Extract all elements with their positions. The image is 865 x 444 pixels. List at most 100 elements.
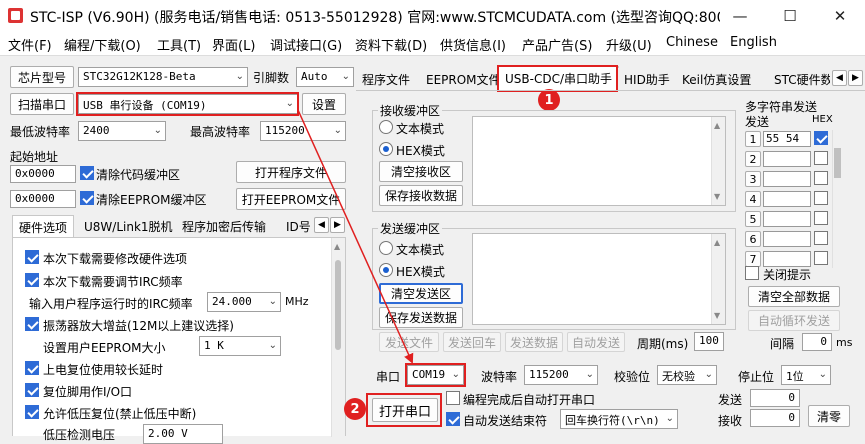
multi-send-row-1-input[interactable]: 55 54 [763, 131, 811, 147]
tab-id-number[interactable]: ID号 [280, 215, 312, 237]
menu-upgrade[interactable]: 升级(U) [606, 35, 652, 54]
scrollbar-thumb[interactable] [335, 260, 341, 350]
menu-chinese[interactable]: Chinese [666, 35, 718, 50]
multi-send-row-1-button[interactable]: 1 [745, 131, 761, 147]
pin-count-select[interactable]: Auto ⌄ [296, 67, 354, 87]
multi-hex-row-4-checkbox[interactable] [814, 191, 828, 205]
tab-right-arrow-icon[interactable]: ▶ [330, 217, 345, 233]
menu-ads[interactable]: 产品广告(S) [522, 35, 592, 54]
interval-input[interactable]: 0 [802, 333, 832, 351]
period-input[interactable]: 100 [694, 332, 724, 351]
auto-open-port-checkbox[interactable] [446, 391, 460, 405]
multi-send-row-3-button[interactable]: 3 [745, 171, 761, 187]
tab-right-arrow-icon[interactable]: ▶ [848, 70, 863, 86]
recv-hex-mode-radio[interactable] [379, 142, 393, 156]
eeprom-size-select[interactable]: 1 K ⌄ [199, 336, 281, 356]
send-data-button[interactable]: 发送数据 [505, 332, 563, 352]
stop-bits-select[interactable]: 1位 ⌄ [781, 365, 831, 385]
multi-send-row-6-button[interactable]: 6 [745, 231, 761, 247]
tab-left-arrow-icon[interactable]: ◀ [314, 217, 329, 233]
menu-english[interactable]: English [730, 35, 777, 50]
tab-stc-hardware[interactable]: STC硬件数 [768, 68, 830, 90]
chip-model-button[interactable]: 芯片型号 [10, 66, 74, 88]
clear-receive-button[interactable]: 清空接收区 [379, 161, 463, 182]
multi-hex-row-2-checkbox[interactable] [814, 151, 828, 165]
max-baud-select[interactable]: 115200 ⌄ [260, 121, 346, 141]
settings-button[interactable]: 设置 [302, 93, 346, 115]
clear-send-button[interactable]: 清空发送区 [379, 283, 463, 304]
multi-send-row-6-input[interactable] [763, 231, 811, 247]
tab-encrypt-transfer[interactable]: 程序加密后传输 [176, 215, 273, 237]
tab-eeprom-file[interactable]: EEPROM文件 [420, 68, 507, 90]
open-eeprom-file-button[interactable]: 打开EEPROM文件 [236, 188, 346, 210]
open-program-file-button[interactable]: 打开程序文件 [236, 161, 346, 183]
tab-hid-assistant[interactable]: HID助手 [618, 68, 676, 90]
option-checkbox-modify-hw[interactable] [25, 250, 39, 264]
multi-hex-row-5-checkbox[interactable] [814, 211, 828, 225]
multi-hex-row-7-checkbox[interactable] [814, 251, 828, 265]
tab-program-file[interactable]: 程序文件 [356, 68, 417, 90]
multi-send-row-2-input[interactable] [763, 151, 811, 167]
chip-model-select[interactable]: STC32G12K128-Beta ⌄ [78, 67, 248, 87]
multi-send-row-5-input[interactable] [763, 211, 811, 227]
tab-keil-debug[interactable]: Keil仿真设置 [676, 68, 758, 90]
tab-left-arrow-icon[interactable]: ◀ [832, 70, 847, 86]
tab-u8w-offline[interactable]: U8W/Link1脱机 [78, 215, 179, 237]
receive-textarea[interactable]: ▲ ▼ [472, 116, 726, 206]
scan-port-button[interactable]: 扫描串口 [10, 93, 74, 115]
send-scrollbar[interactable]: ▲ ▼ [711, 234, 725, 324]
lvd-voltage-select[interactable]: 2.00 V [143, 424, 223, 444]
multi-send-row-2-button[interactable]: 2 [745, 151, 761, 167]
clear-code-checkbox[interactable] [80, 166, 94, 180]
save-send-button[interactable]: 保存发送数据 [379, 307, 463, 328]
send-return-button[interactable]: 发送回车 [443, 332, 501, 352]
send-text-mode-radio[interactable] [379, 241, 393, 255]
menu-program[interactable]: 编程/下载(O) [64, 35, 141, 54]
menu-debug[interactable]: 调试接口(G) [270, 35, 342, 54]
option-checkbox-adjust-irc[interactable] [25, 273, 39, 287]
option-checkbox-reset-io[interactable] [25, 383, 39, 397]
option-checkbox-lvr[interactable] [25, 405, 39, 419]
irc-frequency-select[interactable]: 24.000 ⌄ [207, 292, 281, 312]
multi-hex-row-6-checkbox[interactable] [814, 231, 828, 245]
multi-send-row-7-button[interactable]: 7 [745, 251, 761, 267]
menu-tools[interactable]: 工具(T) [157, 35, 201, 54]
receive-scrollbar[interactable]: ▲ ▼ [711, 117, 725, 205]
menu-download[interactable]: 资料下载(D) [355, 35, 427, 54]
send-file-button[interactable]: 发送文件 [379, 332, 439, 352]
clear-eeprom-checkbox[interactable] [80, 191, 94, 205]
send-hex-mode-radio[interactable] [379, 263, 393, 277]
minimize-button[interactable]: — [715, 0, 765, 31]
send-textarea[interactable]: ▲ ▼ [472, 233, 726, 325]
multi-send-row-3-input[interactable] [763, 171, 811, 187]
end-char-select[interactable]: 回车换行符(\r\n) ⌄ [560, 409, 678, 429]
menu-file[interactable]: 文件(F) [8, 35, 52, 54]
min-baud-select[interactable]: 2400 ⌄ [78, 121, 166, 141]
option-checkbox-long-delay[interactable] [25, 361, 39, 375]
baud-select[interactable]: 115200 ⌄ [524, 365, 598, 385]
parity-select[interactable]: 无校验 ⌄ [657, 365, 717, 385]
options-scrollbar[interactable]: ▲ [331, 238, 345, 437]
multi-send-row-5-button[interactable]: 5 [745, 211, 761, 227]
multi-send-row-4-button[interactable]: 4 [745, 191, 761, 207]
menu-supply[interactable]: 供货信息(I) [440, 35, 506, 54]
multi-send-row-4-input[interactable] [763, 191, 811, 207]
close-hint-checkbox[interactable] [745, 266, 759, 280]
clear-count-button[interactable]: 清零 [808, 405, 850, 427]
option-checkbox-osc-gain[interactable] [25, 317, 39, 331]
auto-loop-send-button[interactable]: 自动循环发送 [748, 310, 840, 331]
close-button[interactable]: ✕ [815, 0, 865, 31]
auto-send-button[interactable]: 自动发送 [567, 332, 625, 352]
auto-end-checkbox[interactable] [446, 412, 460, 426]
maximize-button[interactable]: ☐ [765, 0, 815, 31]
multi-hex-row-1-checkbox[interactable] [814, 131, 828, 145]
recv-text-mode-radio[interactable] [379, 120, 393, 134]
scrollbar-thumb[interactable] [834, 148, 841, 178]
eeprom-address-input[interactable]: 0x0000 [10, 190, 76, 208]
code-address-input[interactable]: 0x0000 [10, 165, 76, 183]
menu-interface[interactable]: 界面(L) [212, 35, 255, 54]
save-receive-button[interactable]: 保存接收数据 [379, 185, 463, 206]
clear-all-data-button[interactable]: 清空全部数据 [748, 286, 840, 307]
multi-hex-row-3-checkbox[interactable] [814, 171, 828, 185]
multi-send-scrollbar[interactable] [832, 130, 842, 268]
